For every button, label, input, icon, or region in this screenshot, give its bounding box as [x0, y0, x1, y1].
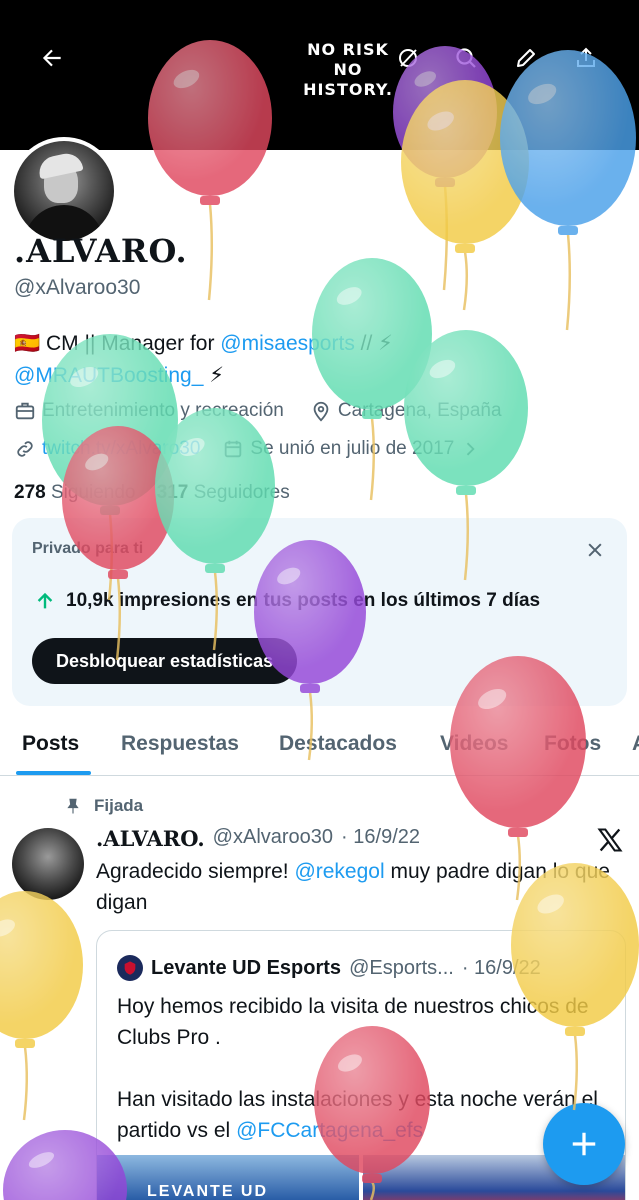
quoted-text: Hoy hemos recibido la visita de nuestros… — [117, 991, 607, 1146]
edit-icon — [517, 49, 535, 67]
x-logo-icon[interactable] — [596, 826, 624, 854]
avatar-photo — [14, 141, 114, 241]
share-button[interactable] — [566, 38, 606, 78]
tab-replies[interactable]: Respuestas — [121, 732, 239, 756]
profile-location: Cartagena, España — [337, 400, 502, 421]
quoted-text-line1: Hoy hemos recibido la visita de nuestros… — [117, 995, 589, 1049]
no-notifications-icon — [399, 49, 417, 67]
back-button[interactable] — [32, 38, 72, 78]
pinned-indicator: Fijada — [64, 796, 143, 816]
pinned-label: Fijada — [94, 796, 144, 815]
edit-button[interactable] — [506, 38, 546, 78]
followers-link[interactable]: 317 Seguidores — [157, 482, 290, 503]
location-pin-icon — [313, 401, 329, 422]
insights-card: Privado para ti 10,9k impresiones en tus… — [12, 518, 627, 706]
pin-icon — [67, 798, 79, 814]
bio-text: CM || Manager for — [46, 332, 221, 355]
back-arrow-icon — [42, 49, 61, 67]
bio-flag: 🇪🇸 — [14, 332, 41, 355]
post-author-avatar[interactable] — [12, 828, 84, 900]
bio-suffix: ⚡ — [203, 364, 224, 387]
arrow-up-icon — [37, 592, 53, 609]
insights-close-button[interactable] — [581, 536, 609, 564]
search-icon — [456, 48, 476, 68]
bio-mention-misaesports[interactable]: @misaesports — [220, 332, 355, 355]
bio-separator: // ⚡ — [354, 332, 393, 355]
share-icon — [577, 47, 595, 67]
tab-videos[interactable]: Videos — [440, 732, 508, 756]
tab-highlights[interactable]: Destacados — [279, 732, 397, 756]
tab-active-indicator — [16, 771, 91, 775]
profile-bio: 🇪🇸 CM || Manager for @misaesports // ⚡ @… — [14, 328, 614, 392]
quoted-author-handle: @Esports... — [349, 956, 454, 979]
tab-posts[interactable]: Posts — [22, 732, 79, 756]
following-count: 278 — [14, 482, 46, 503]
followers-label: Seguidores — [193, 482, 290, 503]
profile-name: .ALVARO. — [14, 232, 188, 270]
quoted-author-name: Levante UD Esports — [151, 956, 342, 979]
notifications-off-button[interactable] — [388, 38, 428, 78]
post-mention-rekegol[interactable]: @rekegol — [294, 860, 384, 883]
tab-photos[interactable]: Fotos — [544, 732, 601, 756]
insights-label: Privado para ti — [32, 540, 144, 557]
stadium-lettering: LEVANTE UD — [147, 1183, 269, 1200]
calendar-icon — [225, 440, 242, 458]
tab-more[interactable]: A — [632, 732, 639, 756]
profile-tabs: Posts Respuestas Destacados Videos Fotos… — [0, 716, 639, 776]
profile-website[interactable]: twitch.tv/xAlvaro30 — [42, 438, 200, 460]
chevron-right-icon[interactable] — [460, 439, 480, 459]
quoted-post-header: Levante UD Esports @Esports... · 16/9/22 — [117, 955, 541, 981]
following-link[interactable]: 278 Siguiendo — [14, 482, 136, 503]
compose-post-button[interactable] — [543, 1103, 625, 1185]
profile-avatar[interactable] — [10, 137, 118, 245]
profile-handle: @xAlvaroo30 — [14, 276, 141, 299]
post-text-prefix: Agradecido siempre! — [96, 860, 295, 883]
profile-category: Entretenimiento y recreación — [42, 400, 284, 421]
following-label: Siguiendo — [50, 482, 136, 503]
quoted-date: · 16/9/22 — [461, 956, 541, 979]
post-date[interactable]: · 16/9/22 — [341, 826, 420, 851]
post-author-name[interactable]: .ALVARO. — [96, 826, 205, 851]
profile-meta-row-2: twitch.tv/xAlvaro30 Se unió en julio de … — [14, 438, 480, 460]
insights-period: en tus posts en los últimos 7 días — [230, 590, 541, 611]
plus-icon — [572, 1132, 596, 1156]
post-author-handle[interactable]: @xAlvaroo30 — [213, 826, 333, 851]
bio-mention-mrautboosting[interactable]: @MRAUTBoosting_ — [14, 364, 203, 387]
link-icon — [17, 441, 33, 457]
followers-count: 317 — [156, 482, 189, 503]
profile-meta-row-1: Entretenimiento y recreación Cartagena, … — [14, 400, 502, 422]
levante-logo-icon — [117, 955, 143, 981]
quoted-mention-fccartagena[interactable]: @FCCartagena_efs — [236, 1119, 423, 1142]
unlock-stats-button[interactable]: Desbloquear estadísticas — [32, 638, 298, 684]
quoted-image-1[interactable]: LEVANTE UD — [97, 1155, 359, 1200]
profile-joined: Se unió en julio de 2017 — [250, 438, 455, 459]
post-text: Agradecido siempre! @rekegol muy padre d… — [96, 856, 616, 918]
close-icon — [588, 543, 602, 557]
follow-stats: 278 Siguiendo 317 Seguidores — [14, 482, 290, 504]
search-button[interactable] — [446, 38, 486, 78]
profile-banner: NO RISK NO HISTORY. — [0, 0, 639, 150]
insights-stat: 10,9k impresiones en tus posts en los úl… — [34, 590, 540, 612]
insights-impressions: 10,9k impresiones — [66, 590, 231, 611]
balloon-icon — [0, 891, 83, 1121]
post-header: .ALVARO. @xAlvaroo30 · 16/9/22 — [96, 826, 420, 851]
briefcase-icon — [15, 402, 35, 420]
